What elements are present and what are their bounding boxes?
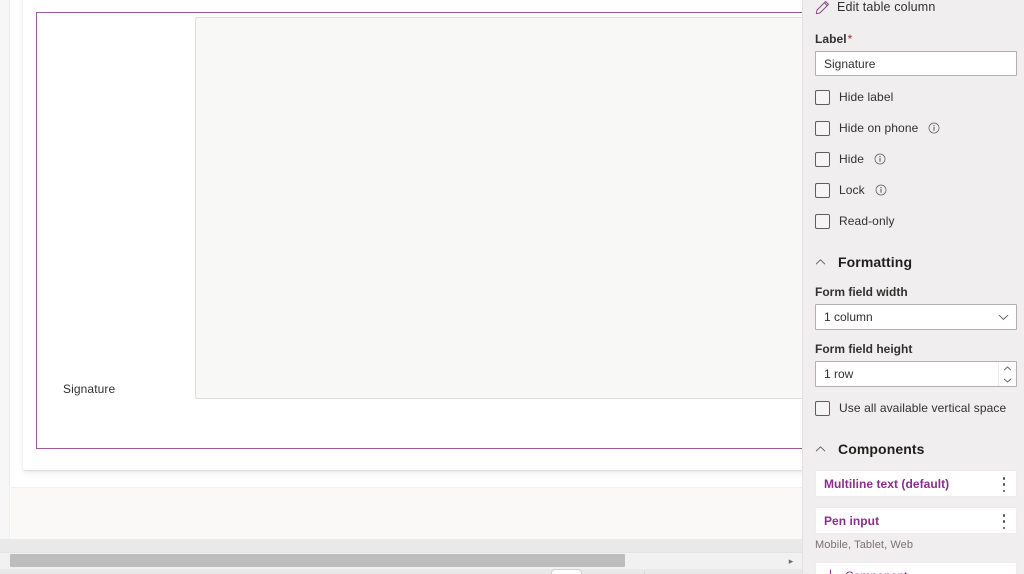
component-platforms: Mobile, Tablet, Web — [815, 539, 914, 551]
signature-field-input[interactable] — [195, 17, 802, 399]
label-field-caption: Label* — [815, 32, 1012, 46]
component-name: Pen input — [824, 513, 880, 528]
checkbox-use-all-vertical-space[interactable]: Use all available vertical space — [815, 398, 1012, 418]
more-options-icon[interactable] — [1002, 514, 1006, 529]
checkbox-hide-on-phone[interactable]: Hide on phone — [815, 118, 1012, 138]
checkbox-label: Hide on phone — [839, 121, 919, 135]
checkbox-box[interactable] — [815, 120, 830, 136]
form-field-width-caption: Form field width — [815, 285, 908, 299]
form-tab-strip[interactable] — [11, 487, 802, 539]
checkbox-read-only[interactable]: Read-only — [815, 211, 1012, 231]
form-canvas-area: Signature ▸ — [0, 0, 802, 574]
checkbox-hide-label[interactable]: Hide label — [815, 87, 1012, 107]
horizontal-scrollbar-thumb[interactable] — [10, 554, 625, 567]
pane-header: Edit table column — [815, 0, 1012, 17]
stepper-down-icon[interactable] — [999, 374, 1016, 386]
form-field-height-stepper[interactable]: 1 row — [815, 361, 1017, 387]
form-field-width-value: 1 column — [824, 310, 873, 324]
checkbox-label: Use all available vertical space — [839, 401, 1007, 415]
required-marker: * — [847, 32, 853, 46]
checkbox-box[interactable] — [815, 151, 830, 167]
group-header-formatting[interactable]: Formatting — [815, 251, 1012, 273]
checkbox-box[interactable] — [815, 89, 830, 105]
bottom-overflow-pill[interactable] — [551, 569, 582, 574]
label-field-caption-text: Label — [815, 32, 847, 46]
scroll-right-arrow-icon[interactable]: ▸ — [786, 556, 796, 566]
component-item-pen-input[interactable]: Pen input — [815, 507, 1017, 534]
checkbox-label: Read-only — [839, 214, 895, 228]
plus-icon — [824, 569, 837, 574]
component-item-multiline-text[interactable]: Multiline text (default) — [815, 470, 1017, 497]
group-title: Formatting — [838, 254, 913, 270]
checkbox-box[interactable] — [815, 182, 830, 198]
form-field-height-value: 1 row — [824, 367, 854, 381]
properties-pane: Edit table column Label* Signature Hide … — [802, 0, 1024, 574]
checkbox-box[interactable] — [815, 213, 830, 229]
stepper-buttons[interactable] — [998, 362, 1016, 386]
stepper-up-icon[interactable] — [999, 362, 1016, 374]
canvas-left-gutter — [0, 0, 10, 539]
pane-title: Edit table column — [837, 0, 936, 14]
checkbox-label: Hide label — [839, 90, 894, 104]
checkbox-label: Hide — [839, 152, 865, 166]
chevron-up-icon[interactable] — [815, 257, 826, 268]
info-icon[interactable] — [874, 184, 887, 196]
label-input-value: Signature — [824, 56, 876, 71]
pencil-icon — [815, 0, 830, 15]
add-component-button[interactable]: Component — [815, 562, 1017, 574]
group-title: Components — [838, 441, 925, 457]
group-header-components[interactable]: Components — [815, 438, 1012, 460]
form-designer-screen: Signature ▸ Edit table column Label* Sig… — [0, 0, 1024, 574]
form-field-width-dropdown[interactable]: 1 column — [815, 304, 1017, 330]
info-icon[interactable] — [873, 153, 886, 165]
checkbox-hide[interactable]: Hide — [815, 149, 1012, 169]
checkbox-lock[interactable]: Lock — [815, 180, 1012, 200]
more-options-icon[interactable] — [1002, 477, 1006, 492]
checkbox-label: Lock — [839, 183, 865, 197]
component-name: Multiline text (default) — [824, 476, 950, 491]
form-card: Signature — [23, 0, 802, 470]
form-section-selected[interactable]: Signature — [36, 12, 802, 449]
signature-field-label: Signature — [63, 382, 116, 396]
form-field-height-caption: Form field height — [815, 342, 913, 356]
add-component-label: Component — [845, 569, 908, 574]
info-icon[interactable] — [927, 122, 940, 134]
chevron-up-icon[interactable] — [815, 444, 826, 455]
checkbox-box[interactable] — [815, 400, 830, 416]
label-input[interactable]: Signature — [815, 51, 1017, 76]
